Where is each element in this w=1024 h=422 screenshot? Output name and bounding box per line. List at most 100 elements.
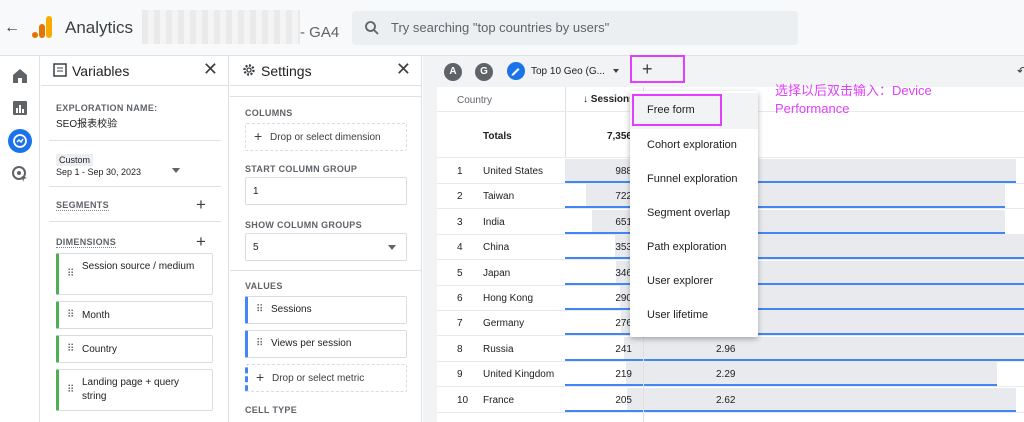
gear-icon: [243, 64, 255, 76]
row-country[interactable]: Germany: [483, 318, 524, 329]
row-rank: 6: [457, 293, 463, 304]
undo-icon[interactable]: ↶: [1017, 64, 1024, 78]
dimension-chip[interactable]: ⠿ Landing page + query string: [56, 369, 213, 411]
add-dimension-button[interactable]: +: [196, 233, 206, 250]
row-views-per-session: 2.29: [716, 369, 736, 381]
chevron-down-icon[interactable]: [613, 69, 619, 73]
drag-handle-icon[interactable]: ⠿: [67, 385, 74, 396]
columns-label: COLUMNS: [245, 108, 293, 118]
dimension-chip-label: Month: [82, 310, 110, 321]
column-header-sessions[interactable]: ↓ Sessions: [583, 94, 635, 105]
drag-handle-icon[interactable]: ⠿: [67, 269, 74, 280]
row-rank: 2: [457, 191, 463, 203]
menu-item-label: Path exploration: [647, 241, 727, 253]
row-country[interactable]: United States: [483, 166, 543, 177]
avatar[interactable]: G: [475, 63, 493, 81]
explore-glyph-icon: [13, 134, 27, 148]
tab-edit-icon[interactable]: [507, 62, 525, 80]
account-name-redacted[interactable]: [142, 10, 300, 44]
date-range-field[interactable]: Sep 1 - Sep 30, 2023: [56, 167, 141, 177]
close-icon[interactable]: ✕: [203, 60, 218, 78]
menu-item-highlight-box: [632, 94, 722, 126]
drop-dimension-target[interactable]: + Drop or select dimension: [245, 123, 407, 151]
menu-item-label: Cohort exploration: [647, 139, 737, 151]
row-country[interactable]: India: [483, 217, 505, 228]
home-icon[interactable]: [10, 66, 30, 86]
cell-type-label: CELL TYPE: [245, 405, 298, 415]
row-rank: 7: [457, 318, 463, 330]
row-sessions: 346: [615, 267, 632, 279]
row-sessions: 988: [615, 166, 632, 177]
menu-item-funnel[interactable]: Funnel exploration: [630, 162, 758, 196]
settings-header: Settings ✕: [230, 56, 421, 86]
start-column-group-input[interactable]: 1: [245, 177, 407, 205]
dimension-chip-label: Session source / medium: [82, 261, 195, 272]
drag-handle-icon[interactable]: ⠿: [256, 338, 263, 349]
divider: [230, 270, 422, 271]
dimension-chip[interactable]: ⠿ Country: [56, 335, 213, 363]
row-rank: 1: [457, 166, 463, 177]
menu-item-user-lifetime[interactable]: User lifetime: [630, 298, 758, 332]
divider: [49, 140, 221, 141]
metric-chip[interactable]: ⠿ Sessions: [245, 296, 407, 324]
row-country[interactable]: United Kingdom: [483, 369, 554, 380]
show-column-groups-value: 5: [253, 242, 259, 253]
divider: [437, 411, 1024, 413]
property-suffix[interactable]: - GA4: [300, 24, 339, 41]
dimension-chip-label: Country: [82, 344, 118, 355]
date-dropdown-caret-icon[interactable]: [172, 168, 180, 173]
menu-item-segment-overlap[interactable]: Segment overlap: [630, 196, 758, 230]
left-nav-rail: [0, 56, 40, 422]
new-technique-menu: Free form Cohort exploration Funnel expl…: [630, 91, 758, 337]
drag-handle-icon[interactable]: ⠿: [67, 344, 74, 355]
search-input[interactable]: Try searching "top countries by users": [352, 11, 798, 45]
dimension-chip[interactable]: ⠿ Session source / medium: [56, 253, 213, 295]
row-rank: 8: [457, 343, 463, 355]
row-country[interactable]: France: [483, 395, 514, 406]
menu-item-path[interactable]: Path exploration: [630, 230, 758, 264]
show-column-groups-select[interactable]: 5: [245, 233, 407, 261]
row-sessions: 276: [615, 318, 632, 330]
row-sessions: 353: [615, 242, 632, 254]
divider: [230, 96, 422, 97]
search-icon: [365, 21, 379, 35]
row-rank: 10: [457, 394, 469, 406]
pencil-icon: [511, 68, 520, 76]
add-tab-button[interactable]: +: [630, 55, 685, 83]
menu-item-cohort[interactable]: Cohort exploration: [630, 128, 758, 162]
divider: [565, 87, 566, 157]
row-country[interactable]: Taiwan: [483, 191, 514, 202]
exploration-name-field[interactable]: SEO报表校验: [56, 115, 117, 130]
divider: [49, 186, 221, 187]
explore-icon[interactable]: [8, 129, 32, 153]
row-sessions: 241: [615, 343, 632, 355]
plus-icon: +: [254, 128, 263, 144]
variables-panel: Variables ✕ EXPLORATION NAME: SEO报表校验 Cu…: [41, 56, 229, 422]
metric-chip[interactable]: ⠿ Views per session: [245, 330, 407, 358]
menu-item-user-explorer[interactable]: User explorer: [630, 264, 758, 298]
row-country[interactable]: Japan: [483, 268, 510, 279]
row-country[interactable]: China: [483, 242, 509, 253]
column-header-country[interactable]: Country: [457, 95, 492, 106]
row-rank: 4: [457, 242, 463, 254]
totals-label: Totals: [483, 131, 512, 142]
add-segment-button[interactable]: +: [196, 196, 206, 213]
row-sessions: 205: [615, 394, 632, 406]
row-country[interactable]: Russia: [483, 344, 514, 355]
back-arrow-icon[interactable]: ←: [4, 18, 20, 38]
tab-exploration[interactable]: Top 10 Geo (G...: [531, 66, 605, 77]
advertising-icon[interactable]: [10, 164, 30, 184]
close-icon[interactable]: ✕: [396, 60, 411, 78]
drag-handle-icon[interactable]: ⠿: [256, 304, 263, 315]
drag-handle-icon[interactable]: ⠿: [67, 310, 74, 321]
annotation-note: 选择以后双击输入：Device Performance: [775, 83, 932, 116]
drop-metric-target[interactable]: + Drop or select metric: [245, 364, 407, 392]
segments-label: SEGMENTS: [56, 200, 109, 211]
reports-icon[interactable]: [10, 98, 30, 118]
row-rank: 3: [457, 216, 463, 228]
dimension-chip[interactable]: ⠿ Month: [56, 301, 213, 329]
row-sessions: 290: [615, 293, 632, 304]
vps-bar: [644, 362, 997, 387]
row-country[interactable]: Hong Kong: [483, 293, 533, 304]
avatar[interactable]: A: [444, 63, 462, 81]
